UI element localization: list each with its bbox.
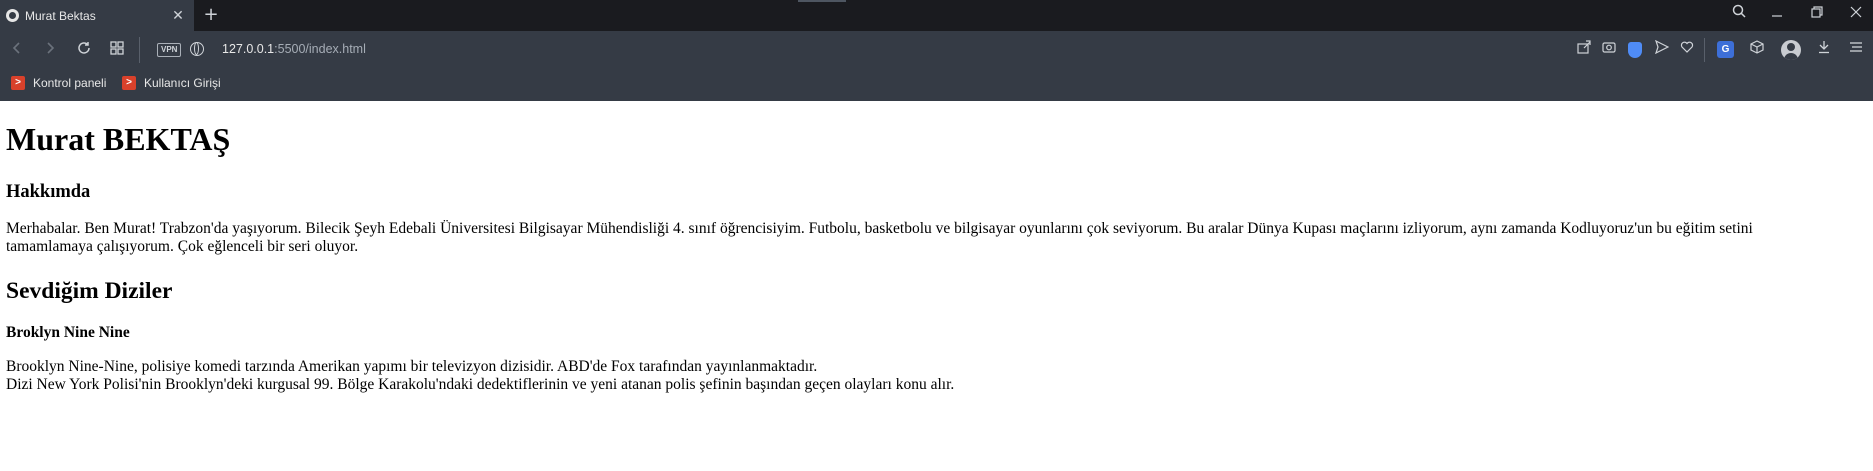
restore-icon[interactable] bbox=[1804, 4, 1830, 26]
tab-close-icon[interactable]: ✕ bbox=[168, 6, 188, 26]
tab-active[interactable]: Murat Bektas ✕ bbox=[0, 0, 194, 31]
url-path: :5500/index.html bbox=[274, 42, 366, 56]
bookmark-favicon-icon: > bbox=[122, 76, 136, 90]
profile-avatar-icon[interactable] bbox=[1781, 40, 1801, 60]
back-button[interactable] bbox=[6, 39, 28, 61]
tab-overview-icon[interactable] bbox=[106, 39, 128, 61]
ad-blocker-shield-icon[interactable] bbox=[1628, 42, 1642, 58]
url-host: 127.0.0.1 bbox=[222, 42, 275, 56]
bookmark-label: Kullanıcı Girişi bbox=[144, 76, 221, 90]
minimize-icon[interactable] bbox=[1764, 4, 1790, 26]
toolbar-divider bbox=[139, 37, 140, 63]
bookmark-label: Kontrol paneli bbox=[33, 76, 107, 90]
tab-title: Murat Bektas bbox=[25, 8, 96, 23]
tab-bar-indicator bbox=[798, 0, 846, 2]
download-icon[interactable] bbox=[1814, 40, 1834, 60]
share-icon[interactable] bbox=[1574, 40, 1594, 60]
tab-bar: Murat Bektas ✕ + bbox=[0, 0, 1873, 31]
about-heading: Hakkımda bbox=[6, 182, 91, 202]
about-paragraph: Merhabalar. Ben Murat! Trabzon'da yaşıyo… bbox=[6, 220, 1753, 255]
new-tab-button[interactable]: + bbox=[200, 4, 222, 26]
close-window-icon[interactable] bbox=[1843, 4, 1869, 26]
heart-icon[interactable] bbox=[1677, 40, 1697, 60]
vpn-badge[interactable]: VPN bbox=[157, 43, 182, 57]
show-description-line: Brooklyn Nine-Nine, polisiye komedi tarz… bbox=[6, 358, 818, 375]
series-heading: Sevdiğim Diziler bbox=[6, 278, 173, 304]
forward-button[interactable] bbox=[39, 39, 61, 61]
tab-favicon-icon bbox=[6, 9, 19, 22]
menu-icon[interactable] bbox=[1846, 40, 1866, 60]
show-description-line: Dizi New York Polisi'nin Brooklyn'deki k… bbox=[6, 376, 955, 393]
reload-button[interactable] bbox=[73, 39, 95, 61]
site-info-globe-icon[interactable] bbox=[190, 42, 204, 56]
translate-icon[interactable]: G bbox=[1717, 41, 1734, 58]
browser-toolbar: VPN 127.0.0.1:5500/index.html G > Kontro… bbox=[0, 31, 1873, 101]
show-description: Brooklyn Nine-Nine, polisiye komedi tarz… bbox=[6, 358, 954, 394]
toolbar-divider-right bbox=[1704, 38, 1705, 62]
snapshot-camera-icon[interactable] bbox=[1599, 40, 1619, 60]
page-title: Murat BEKTAŞ bbox=[6, 121, 231, 157]
bookmark-kullanici-girisi[interactable]: > Kullanıcı Girişi bbox=[122, 73, 221, 93]
extensions-cube-icon[interactable] bbox=[1747, 40, 1767, 60]
send-arrow-icon[interactable] bbox=[1652, 39, 1672, 60]
page-viewport: Murat BEKTAŞ Hakkımda Merhabalar. Ben Mu… bbox=[0, 101, 1873, 471]
show-title: Broklyn Nine Nine bbox=[6, 324, 130, 341]
bookmark-favicon-icon: > bbox=[11, 76, 25, 90]
bookmark-kontrol-paneli[interactable]: > Kontrol paneli bbox=[11, 73, 106, 93]
search-tabs-icon[interactable] bbox=[1726, 4, 1752, 26]
address-bar[interactable]: 127.0.0.1:5500/index.html bbox=[222, 42, 366, 56]
